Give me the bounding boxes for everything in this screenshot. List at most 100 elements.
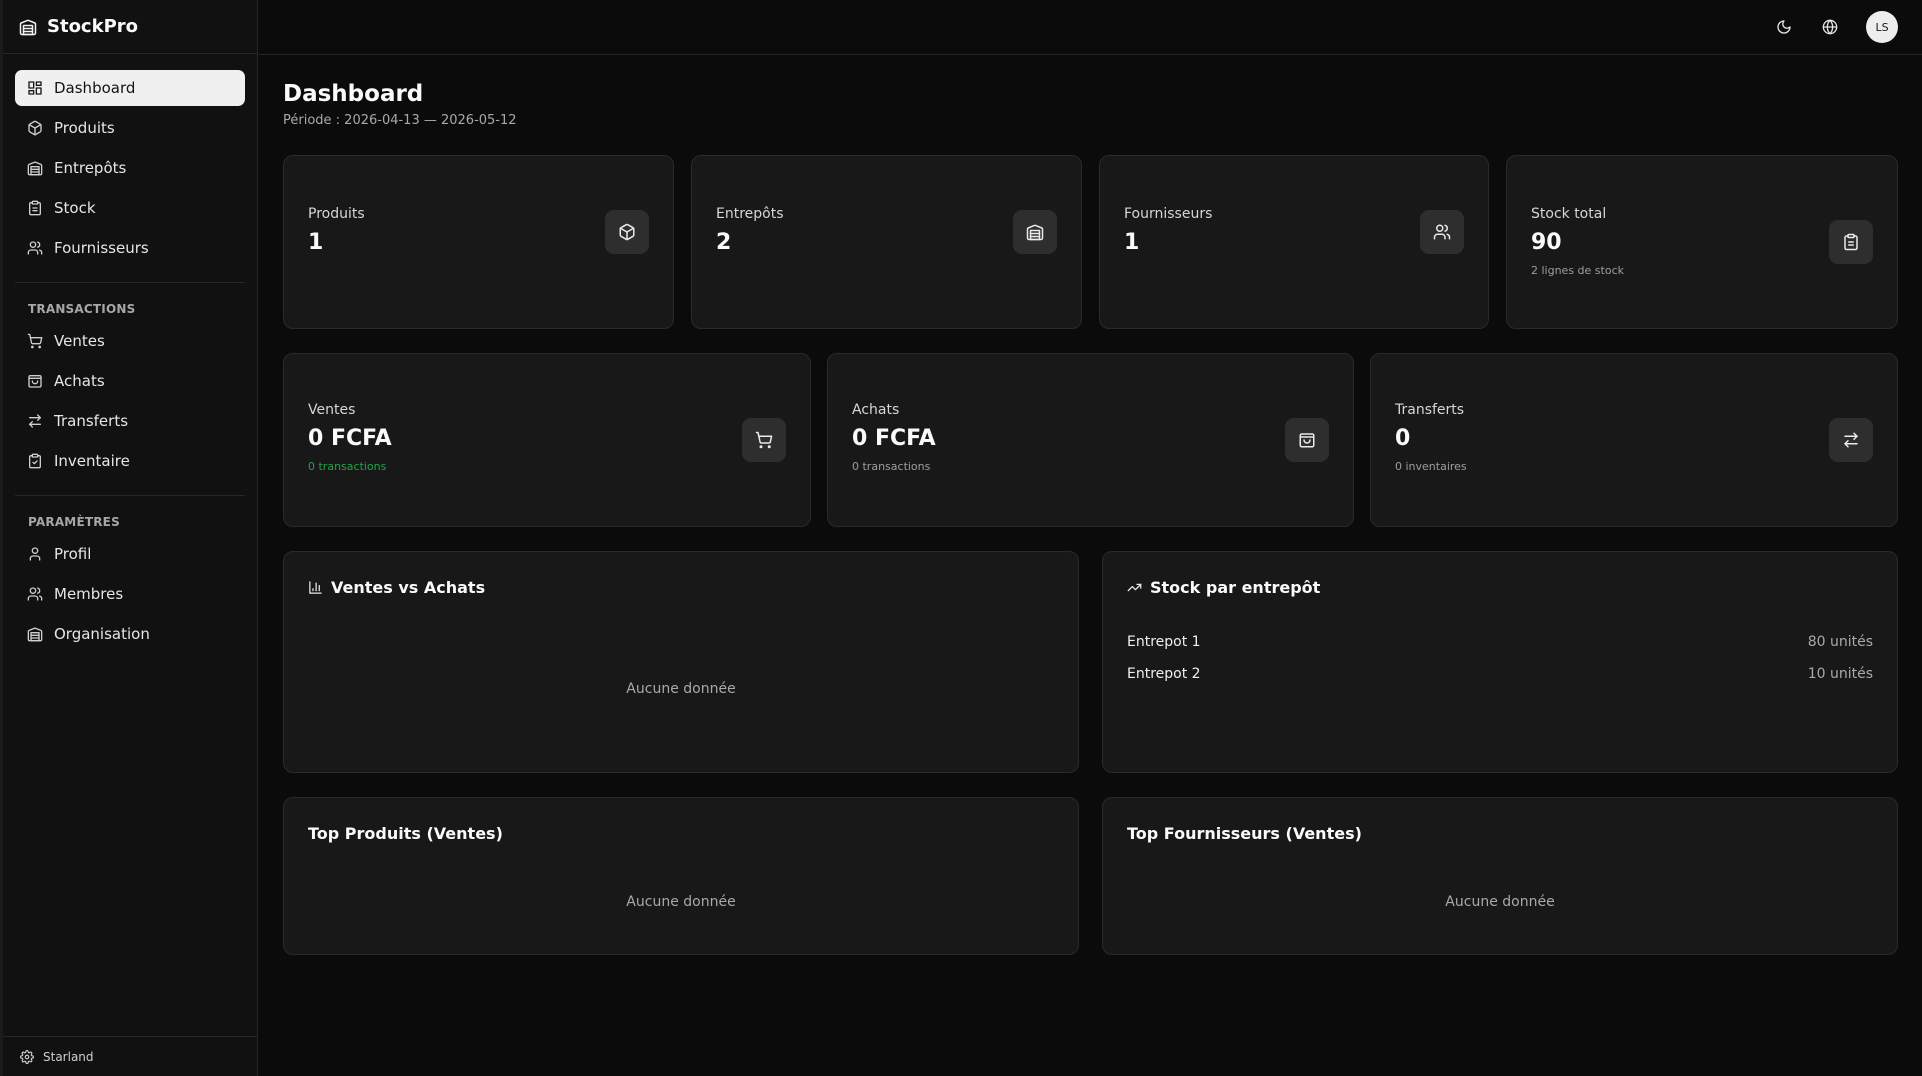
users-icon (27, 240, 43, 256)
layout-grid-icon (27, 80, 43, 96)
stat-label: Produits (308, 206, 365, 222)
stat-note: 0 transactions (308, 460, 387, 473)
sidebar-item-inventaire[interactable]: Inventaire (15, 443, 245, 479)
sidebar-nav: Dashboard Produits Entrepôts Stock Fourn… (3, 54, 257, 652)
main-content: Dashboard Période : 2026-04-13 — 2026-05… (283, 55, 1898, 128)
stat-card-produits[interactable]: Produits 1 (283, 155, 674, 329)
stat-note: 0 inventaires (1395, 460, 1467, 473)
warehouse-icon (27, 160, 43, 176)
stat-value: 0 FCFA (852, 426, 936, 451)
cart-icon (27, 333, 43, 349)
panel-title-text: Stock par entrepôt (1150, 578, 1321, 597)
sidebar-divider (15, 282, 245, 283)
arrows-swap-icon (1829, 418, 1873, 462)
stat-value: 90 (1531, 230, 1562, 255)
sidebar-item-label: Fournisseurs (54, 239, 149, 257)
panel-title-text: Ventes vs Achats (331, 578, 486, 597)
building-icon (27, 626, 43, 642)
warehouse-quantity: 10 unités (1807, 666, 1873, 682)
sidebar-item-achats[interactable]: Achats (15, 363, 245, 399)
sidebar-item-label: Transferts (54, 412, 129, 430)
stat-value: 2 (716, 230, 732, 255)
sidebar-item-label: Stock (54, 199, 96, 217)
sidebar-item-membres[interactable]: Membres (15, 576, 245, 612)
nav-group-parametres: PARAMÈTRES (28, 515, 120, 529)
organization-name: Starland (43, 1049, 94, 1064)
stat-label: Ventes (308, 402, 356, 418)
user-icon (27, 546, 43, 562)
sidebar-item-label: Organisation (54, 625, 150, 643)
stat-label: Fournisseurs (1124, 206, 1213, 222)
sidebar-item-entrepots[interactable]: Entrepôts (15, 150, 245, 186)
sidebar-item-organisation[interactable]: Organisation (15, 616, 245, 652)
sidebar-item-dashboard[interactable]: Dashboard (15, 70, 245, 106)
list-item: Entrepot 2 10 unités (1127, 666, 1873, 682)
organization-switcher[interactable]: Starland (3, 1036, 257, 1076)
cart-icon (742, 418, 786, 462)
sidebar-item-profil[interactable]: Profil (15, 536, 245, 572)
stat-value: 1 (308, 230, 324, 255)
stat-note: 2 lignes de stock (1531, 264, 1624, 277)
package-icon (605, 210, 649, 254)
sidebar-item-ventes[interactable]: Ventes (15, 323, 245, 359)
clipboard-icon (27, 200, 43, 216)
panel-top-fournisseurs: Top Fournisseurs (Ventes) Aucune donnée (1102, 797, 1898, 955)
warehouse-icon (1013, 210, 1057, 254)
globe-icon[interactable] (1820, 17, 1840, 37)
stat-card-fournisseurs[interactable]: Fournisseurs 1 (1099, 155, 1489, 329)
stat-label: Entrepôts (716, 206, 784, 222)
stat-value: 1 (1124, 230, 1140, 255)
warehouse-name: Entrepot 2 (1127, 666, 1201, 682)
moon-icon[interactable] (1774, 17, 1794, 37)
list-item: Entrepot 1 80 unités (1127, 634, 1873, 650)
panel-stock-par-entrepot: Stock par entrepôt Entrepot 1 80 unités … (1102, 551, 1898, 773)
warehouse-name: Entrepot 1 (1127, 634, 1201, 650)
panel-top-produits: Top Produits (Ventes) Aucune donnée (283, 797, 1079, 955)
sidebar-item-label: Ventes (54, 332, 105, 350)
sidebar-item-produits[interactable]: Produits (15, 110, 245, 146)
stat-value: 0 (1395, 426, 1411, 451)
package-icon (27, 120, 43, 136)
page-title: Dashboard (283, 81, 424, 107)
nav-group-transactions: TRANSACTIONS (28, 302, 136, 316)
avatar[interactable]: LS (1866, 11, 1898, 43)
empty-state: Aucune donnée (626, 681, 736, 697)
stat-card-entrepots[interactable]: Entrepôts 2 (691, 155, 1082, 329)
stat-label: Transferts (1395, 402, 1465, 418)
panel-title: Ventes vs Achats (308, 578, 485, 597)
stat-note: 0 transactions (852, 460, 931, 473)
stat-card-achats[interactable]: Achats 0 FCFA 0 transactions (827, 353, 1354, 527)
panel-title-text: Top Produits (Ventes) (308, 824, 503, 843)
stat-value: 0 FCFA (308, 426, 392, 451)
users-icon (27, 586, 43, 602)
empty-state: Aucune donnée (1445, 894, 1555, 910)
topbar: LS (259, 0, 1922, 55)
stat-label: Stock total (1531, 206, 1607, 222)
sidebar-item-transferts[interactable]: Transferts (15, 403, 245, 439)
bar-chart-icon (308, 580, 323, 595)
warehouse-icon (19, 18, 37, 36)
sidebar-divider (15, 495, 245, 496)
stat-card-transferts[interactable]: Transferts 0 0 inventaires (1370, 353, 1898, 527)
sidebar-item-label: Entrepôts (54, 159, 127, 177)
users-icon (1420, 210, 1464, 254)
sidebar: StockPro Dashboard Produits Entrepôts St… (0, 0, 258, 1076)
brand[interactable]: StockPro (3, 0, 257, 54)
sidebar-item-stock[interactable]: Stock (15, 190, 245, 226)
clipboard-icon (1829, 220, 1873, 264)
stat-card-stock-total[interactable]: Stock total 90 2 lignes de stock (1506, 155, 1898, 329)
panel-title: Stock par entrepôt (1127, 578, 1320, 597)
arrows-swap-icon (27, 413, 43, 429)
sidebar-item-label: Inventaire (54, 452, 130, 470)
sidebar-item-label: Achats (54, 372, 105, 390)
stat-card-ventes[interactable]: Ventes 0 FCFA 0 transactions (283, 353, 811, 527)
panel-ventes-vs-achats: Ventes vs Achats Aucune donnée (283, 551, 1079, 773)
app-name: StockPro (47, 16, 139, 37)
sidebar-item-label: Membres (54, 585, 124, 603)
sidebar-item-label: Dashboard (54, 79, 136, 97)
panel-title-text: Top Fournisseurs (Ventes) (1127, 824, 1362, 843)
trending-up-icon (1127, 580, 1142, 595)
sidebar-item-fournisseurs[interactable]: Fournisseurs (15, 230, 245, 266)
empty-state: Aucune donnée (626, 894, 736, 910)
panel-title: Top Fournisseurs (Ventes) (1127, 824, 1362, 843)
